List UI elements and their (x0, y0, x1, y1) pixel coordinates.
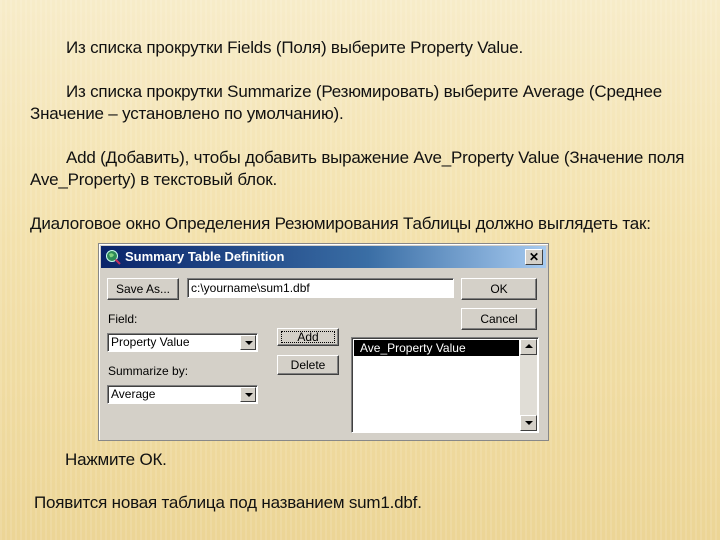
globe-magnifier-icon (106, 250, 121, 265)
delete-button[interactable]: Delete (277, 355, 339, 375)
instruction-dialog-caption: Диалоговое окно Определения Резюмировани… (30, 214, 651, 233)
close-button[interactable]: ✕ (525, 249, 543, 265)
summarize-by-label: Summarize by: (108, 364, 189, 378)
expression-listbox[interactable]: Ave_Property Value (351, 337, 539, 433)
chevron-down-icon[interactable] (240, 387, 256, 402)
chevron-down-icon[interactable] (240, 335, 256, 350)
summary-table-definition-dialog: Summary Table Definition ✕ Save As... c:… (98, 243, 549, 441)
focus-indicator (281, 331, 335, 343)
instruction-result: Появится новая таблица под названием sum… (34, 493, 422, 512)
vertical-scrollbar[interactable] (520, 339, 537, 431)
scroll-up-icon[interactable] (520, 339, 537, 355)
cancel-button[interactable]: Cancel (461, 308, 537, 330)
instruction-summarize: Из списка прокрутки Summarize (Резюмиров… (30, 82, 662, 123)
field-label: Field: (108, 312, 138, 326)
instruction-add: Add (Добавить), чтобы добавить выражение… (30, 148, 685, 189)
list-item-selected[interactable]: Ave_Property Value (354, 340, 519, 356)
field-select-value: Property Value (111, 335, 190, 349)
instruction-fields: Из списка прокрутки Fields (Поля) выбери… (66, 38, 524, 57)
save-as-button[interactable]: Save As... (107, 278, 179, 300)
summarize-by-select[interactable]: Average (107, 385, 258, 404)
instruction-press-ok: Нажмите ОК. (65, 450, 167, 469)
field-select[interactable]: Property Value (107, 333, 258, 352)
summarize-by-select-value: Average (111, 387, 156, 401)
file-path-input[interactable]: c:\yourname\sum1.dbf (187, 278, 454, 298)
add-button[interactable]: Add (277, 328, 339, 346)
ok-button[interactable]: OK (461, 278, 537, 300)
dialog-title: Summary Table Definition (125, 249, 285, 264)
dialog-titlebar: Summary Table Definition ✕ (101, 246, 546, 268)
scroll-down-icon[interactable] (520, 415, 537, 431)
